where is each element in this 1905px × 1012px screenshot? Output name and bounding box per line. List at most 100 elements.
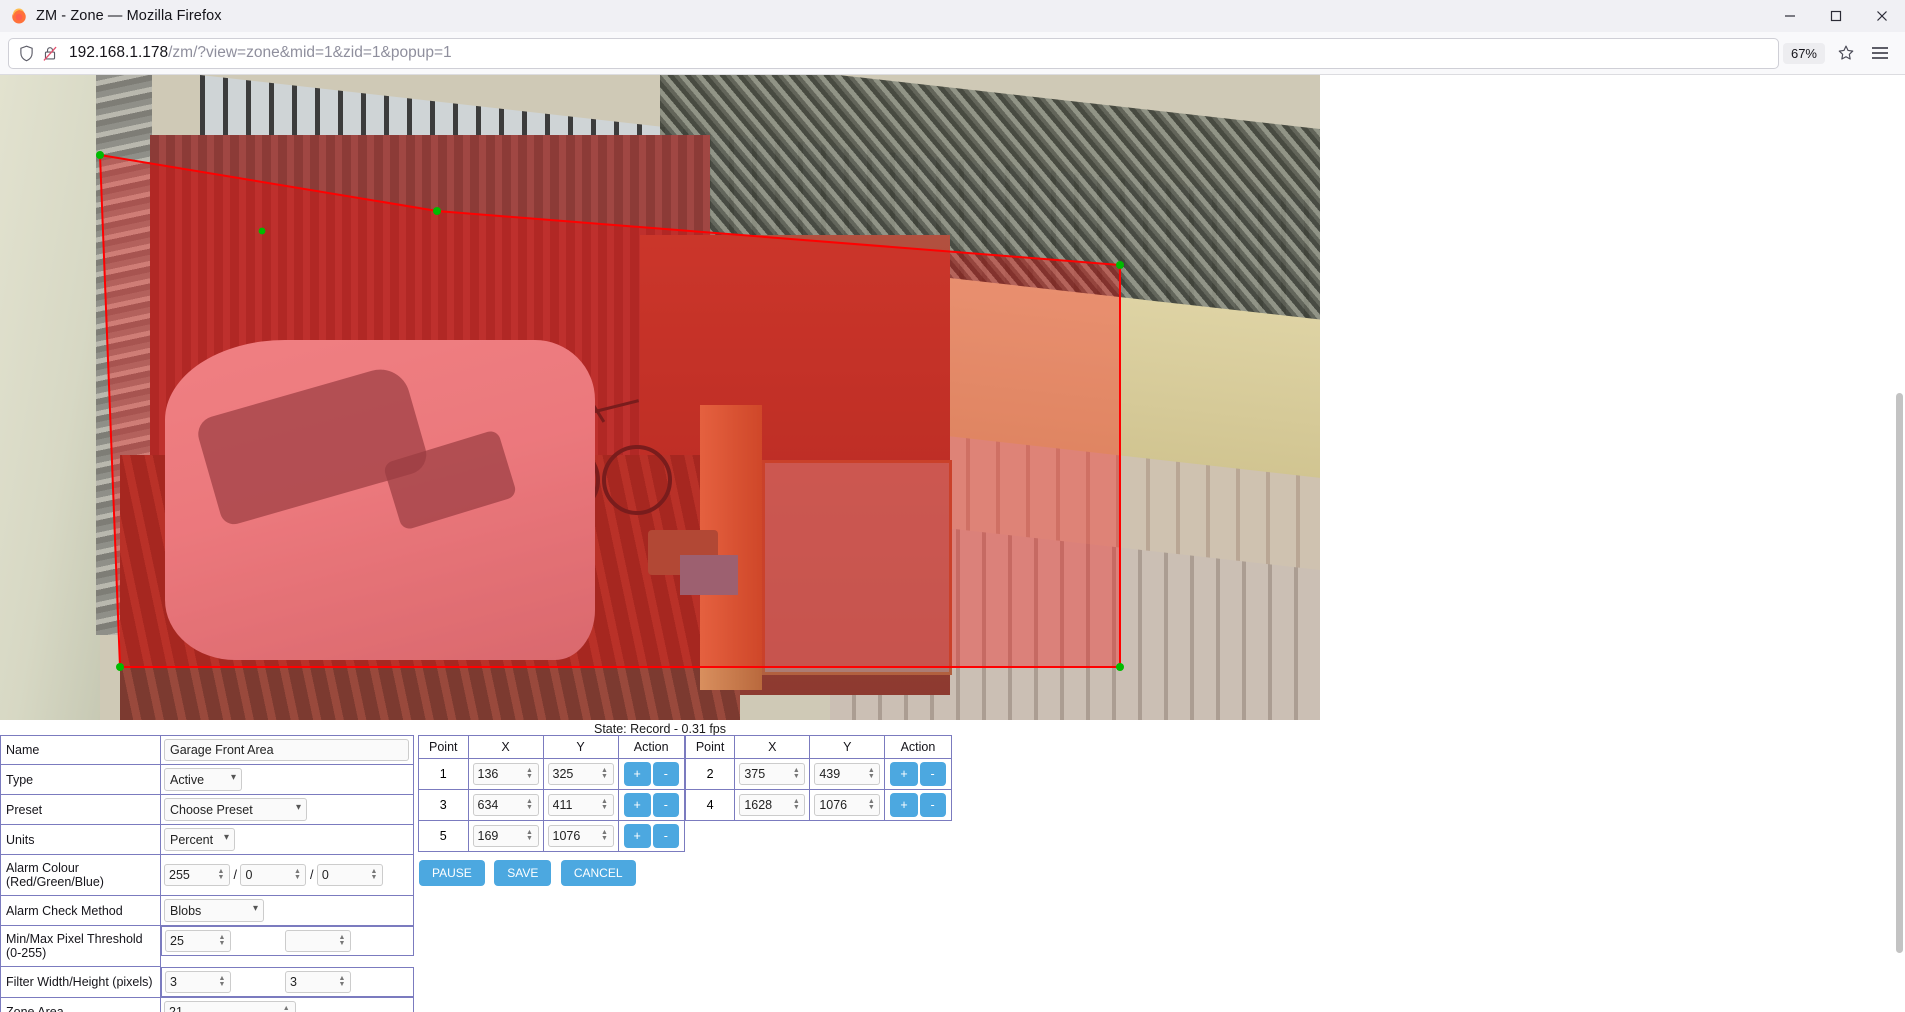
point-y-input[interactable] bbox=[548, 829, 600, 843]
spinner-arrows-icon[interactable]: ▲▼ bbox=[292, 868, 305, 881]
max-pixel-threshold-input[interactable] bbox=[286, 934, 338, 948]
label-units: Units bbox=[0, 824, 161, 855]
spinner-arrows-icon[interactable]: ▲▼ bbox=[217, 975, 230, 988]
point-index: 1 bbox=[418, 758, 469, 790]
type-select[interactable]: Active bbox=[164, 768, 242, 791]
cancel-button[interactable]: CANCEL bbox=[560, 860, 636, 886]
minimize-button[interactable] bbox=[1767, 0, 1813, 32]
point-x-input[interactable] bbox=[473, 798, 525, 812]
points-header-point: Point bbox=[684, 735, 736, 759]
zoom-level-badge[interactable]: 67% bbox=[1782, 42, 1825, 64]
spinner-arrows-icon[interactable]: ▲▼ bbox=[600, 798, 613, 811]
point-y-cell: ▲▼ bbox=[809, 758, 886, 790]
spinner-arrows-icon[interactable]: ▲▼ bbox=[866, 767, 879, 780]
point-y-input[interactable] bbox=[548, 798, 600, 812]
zone-editor-forms: Name Type Active Preset Choose Preset bbox=[0, 735, 1905, 1012]
point-x-input[interactable] bbox=[473, 829, 525, 843]
settings-row-alarm-colour: Alarm Colour (Red/Green/Blue) ▲▼ / ▲▼ / … bbox=[0, 854, 414, 896]
remove-point-button[interactable]: - bbox=[652, 793, 679, 817]
close-button[interactable] bbox=[1859, 0, 1905, 32]
zone-vertex-3[interactable] bbox=[1116, 261, 1124, 269]
cell-filter-size-value: ▲▼ ▲▼ bbox=[161, 966, 414, 997]
min-pixel-threshold-input[interactable] bbox=[166, 934, 218, 948]
remove-point-button[interactable]: - bbox=[652, 762, 679, 786]
add-point-button[interactable]: + bbox=[623, 824, 651, 848]
remove-point-button[interactable]: - bbox=[652, 824, 679, 848]
spinner-arrows-icon[interactable]: ▲▼ bbox=[369, 868, 382, 881]
spinner-arrows-icon[interactable]: ▲▼ bbox=[337, 934, 350, 947]
point-x-input[interactable] bbox=[473, 767, 525, 781]
settings-row-units: Units Percent bbox=[0, 824, 414, 855]
point-index: 2 bbox=[684, 758, 736, 790]
alarm-green-input[interactable] bbox=[241, 868, 293, 882]
add-point-button[interactable]: + bbox=[623, 762, 651, 786]
star-icon[interactable] bbox=[1829, 37, 1863, 69]
remove-point-button[interactable]: - bbox=[919, 762, 946, 786]
hamburger-menu-icon[interactable] bbox=[1863, 37, 1897, 69]
page-scrollbar[interactable] bbox=[1896, 393, 1903, 953]
add-point-button[interactable]: + bbox=[623, 793, 651, 817]
zone-vertex-2[interactable] bbox=[433, 207, 441, 215]
point-x-input[interactable] bbox=[740, 767, 792, 781]
pause-button[interactable]: PAUSE bbox=[419, 860, 485, 886]
point-y-cell: ▲▼ bbox=[809, 789, 886, 821]
monitor-video-panel[interactable] bbox=[0, 75, 1320, 720]
filter-height-input[interactable] bbox=[286, 974, 338, 989]
point-y-input[interactable] bbox=[548, 767, 600, 781]
zone-action-buttons: PAUSE SAVE CANCEL bbox=[418, 860, 952, 886]
filter-width-input[interactable] bbox=[166, 974, 218, 989]
alarm-red-input[interactable] bbox=[165, 868, 217, 882]
zone-vertex-4[interactable] bbox=[1116, 663, 1124, 671]
zone-polygon[interactable] bbox=[98, 153, 1121, 668]
point-index: 3 bbox=[418, 789, 469, 821]
table-row: 3 ▲▼ ▲▼ +- bbox=[418, 789, 685, 821]
zone-vertex-aux[interactable] bbox=[258, 227, 266, 235]
zone-area-input[interactable] bbox=[165, 1004, 281, 1012]
add-point-button[interactable]: + bbox=[890, 793, 918, 817]
alarm-check-method-select[interactable]: Blobs bbox=[164, 899, 264, 922]
cell-alarm-colour-value: ▲▼ / ▲▼ / ▲▼ bbox=[160, 854, 414, 896]
label-alarm-check-method: Alarm Check Method bbox=[0, 895, 161, 926]
spinner-arrows-icon[interactable]: ▲▼ bbox=[525, 767, 538, 780]
settings-row-preset: Preset Choose Preset bbox=[0, 794, 414, 825]
zone-vertex-5[interactable] bbox=[116, 663, 124, 671]
page-content: State: Record - 0.31 fps Name Type Activ… bbox=[0, 75, 1905, 1012]
point-y-input[interactable] bbox=[815, 767, 867, 781]
spinner-arrows-icon[interactable]: ▲▼ bbox=[791, 798, 804, 811]
alarm-blue-input[interactable] bbox=[317, 868, 369, 882]
address-bar[interactable]: 192.168.1.178/zm/?view=zone&mid=1&zid=1&… bbox=[8, 37, 1779, 69]
spinner-arrows-icon[interactable]: ▲▼ bbox=[525, 798, 538, 811]
point-y-input[interactable] bbox=[815, 798, 867, 812]
point-x-input[interactable] bbox=[740, 798, 792, 812]
point-x-cell: ▲▼ bbox=[467, 789, 544, 821]
zone-vertex-1[interactable] bbox=[96, 151, 104, 159]
save-button[interactable]: SAVE bbox=[494, 860, 552, 886]
name-input[interactable] bbox=[164, 739, 409, 761]
spinner-arrows-icon[interactable]: ▲▼ bbox=[791, 767, 804, 780]
points-header-point: Point bbox=[418, 735, 469, 759]
maximize-button[interactable] bbox=[1813, 0, 1859, 32]
spinner-arrows-icon[interactable]: ▲▼ bbox=[281, 1005, 295, 1012]
point-x-cell: ▲▼ bbox=[734, 789, 811, 821]
points-header-x: X bbox=[467, 735, 544, 759]
spinner-arrows-icon[interactable]: ▲▼ bbox=[216, 868, 229, 881]
settings-row-type: Type Active bbox=[0, 764, 414, 795]
label-alarm-colour: Alarm Colour (Red/Green/Blue) bbox=[0, 854, 161, 896]
units-select[interactable]: Percent bbox=[164, 828, 235, 851]
zone-polygon-overlay[interactable] bbox=[0, 75, 1320, 720]
spinner-arrows-icon[interactable]: ▲▼ bbox=[217, 934, 230, 947]
cell-units-value: Percent bbox=[160, 824, 414, 855]
settings-row-zone-area: Zone Area ▲▼ bbox=[0, 996, 414, 1012]
spinner-arrows-icon[interactable]: ▲▼ bbox=[337, 975, 350, 988]
shield-icon[interactable] bbox=[15, 42, 37, 64]
points-table-right: Point X Y Action 2 ▲▼ ▲▼ +- 4 bbox=[684, 735, 952, 821]
remove-point-button[interactable]: - bbox=[919, 793, 946, 817]
preset-select[interactable]: Choose Preset bbox=[164, 798, 307, 821]
spinner-arrows-icon[interactable]: ▲▼ bbox=[525, 829, 538, 842]
add-point-button[interactable]: + bbox=[890, 762, 918, 786]
spinner-arrows-icon[interactable]: ▲▼ bbox=[600, 829, 613, 842]
spinner-arrows-icon[interactable]: ▲▼ bbox=[600, 767, 613, 780]
lock-crossed-icon[interactable] bbox=[39, 42, 61, 64]
spinner-arrows-icon[interactable]: ▲▼ bbox=[866, 798, 879, 811]
url-text[interactable]: 192.168.1.178/zm/?view=zone&mid=1&zid=1&… bbox=[69, 44, 452, 62]
